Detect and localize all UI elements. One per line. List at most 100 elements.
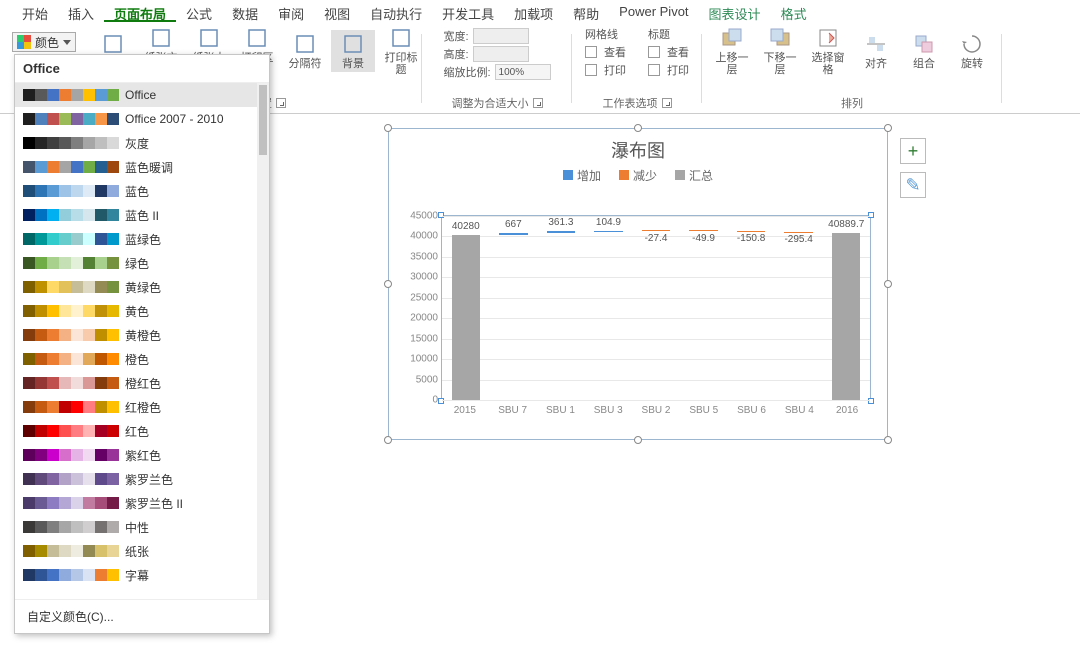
bar[interactable] [499, 233, 528, 236]
bar[interactable] [594, 231, 623, 232]
resize-handle[interactable] [884, 124, 892, 132]
gridlines-print-check[interactable]: 打印 [583, 62, 628, 78]
scroll-thumb[interactable] [259, 85, 267, 155]
tab-9[interactable]: 加载项 [504, 2, 563, 22]
tab-10[interactable]: 帮助 [563, 2, 609, 22]
x-axis[interactable]: 2015SBU 7SBU 1SBU 3SBU 2SBU 5SBU 6SBU 42… [441, 405, 871, 421]
tab-1[interactable]: 插入 [58, 2, 104, 22]
theme-item[interactable]: 黄绿色 [15, 275, 269, 299]
resize-handle[interactable] [884, 436, 892, 444]
tab-6[interactable]: 视图 [314, 2, 360, 22]
tab-7[interactable]: 自动执行 [360, 2, 432, 22]
tab-8[interactable]: 开发工具 [432, 2, 504, 22]
x-tick: 2016 [836, 405, 858, 416]
tab-0[interactable]: 开始 [12, 2, 58, 22]
ribbon-btn-背景[interactable]: 背景 [331, 30, 375, 72]
tab-11[interactable]: Power Pivot [609, 2, 698, 22]
theme-item[interactable]: 蓝色暖调 [15, 155, 269, 179]
bar[interactable] [642, 230, 671, 231]
ribbon-btn-打印标题[interactable]: 打印标题 [379, 24, 423, 78]
theme-item[interactable]: 蓝色 II [15, 203, 269, 227]
dialog-launcher-icon[interactable] [662, 98, 672, 108]
theme-item[interactable]: 红色 [15, 419, 269, 443]
resize-handle[interactable] [634, 124, 642, 132]
theme-item[interactable]: 紫罗兰色 [15, 467, 269, 491]
tab-4[interactable]: 数据 [222, 2, 268, 22]
gridlines-view-check[interactable]: 查看 [583, 44, 628, 60]
theme-item[interactable]: 蓝色 [15, 179, 269, 203]
theme-name: 字幕 [125, 567, 149, 584]
tab-12[interactable]: 图表设计 [699, 2, 771, 22]
theme-name: 紫红色 [125, 447, 161, 464]
scrollbar[interactable] [257, 83, 269, 599]
theme-item[interactable]: 中性 [15, 515, 269, 539]
legend-label-decrease: 减少 [633, 169, 657, 183]
bar[interactable] [452, 235, 481, 400]
theme-item[interactable]: 紫红色 [15, 443, 269, 467]
dialog-launcher-icon[interactable] [276, 98, 286, 108]
scale-width-input[interactable] [473, 28, 529, 44]
custom-colors-menu[interactable]: 自定义颜色(C)... [15, 600, 269, 633]
y-tick: 45000 [410, 211, 442, 222]
ribbon-btn-组合[interactable]: 组合 [902, 30, 946, 72]
x-tick: SBU 3 [594, 405, 623, 416]
resize-handle[interactable] [884, 280, 892, 288]
ribbon-btn-下移一层[interactable]: 下移一层 [758, 24, 802, 78]
bar[interactable] [832, 233, 861, 400]
tab-3[interactable]: 公式 [176, 2, 222, 22]
chart-style-brush-button[interactable]: ✎ [900, 172, 926, 198]
plot-area[interactable]: 0500010000150002000025000300003500040000… [441, 215, 871, 401]
y-tick: 5000 [416, 374, 442, 385]
chart-title[interactable]: 瀑布图 [389, 129, 887, 167]
data-label: -295.4 [784, 234, 812, 245]
theme-item[interactable]: 灰度 [15, 131, 269, 155]
theme-item[interactable]: 橙红色 [15, 371, 269, 395]
legend-label-increase: 增加 [577, 169, 601, 183]
dialog-launcher-icon[interactable] [533, 98, 543, 108]
scale-zoom-input[interactable]: 100% [495, 64, 551, 80]
headings-print-check[interactable]: 打印 [646, 62, 691, 78]
theme-item[interactable]: 纸张 [15, 539, 269, 563]
theme-list[interactable]: OfficeOffice 2007 - 2010灰度蓝色暖调蓝色蓝色 II蓝绿色… [15, 82, 269, 600]
theme-item[interactable]: Office [15, 83, 269, 107]
ribbon-btn-对齐[interactable]: 对齐 [854, 30, 898, 72]
chart-object[interactable]: 瀑布图 增加 减少 汇总 050001000015000200002500030… [388, 128, 888, 440]
tab-2[interactable]: 页面布局 [104, 2, 176, 22]
ribbon-btn-选择窗格[interactable]: 选择窗格 [806, 24, 850, 78]
plot-handle[interactable] [868, 398, 874, 404]
theme-name: 绿色 [125, 255, 149, 272]
ribbon-btn-旋转[interactable]: 旋转 [950, 30, 994, 72]
bar[interactable] [547, 231, 576, 232]
headings-view-check[interactable]: 查看 [646, 44, 691, 60]
chart-legend[interactable]: 增加 减少 汇总 [389, 167, 887, 190]
ribbon-btn-分隔符[interactable]: 分隔符 [283, 30, 327, 72]
legend-swatch-increase [563, 170, 573, 180]
tab-13[interactable]: 格式 [771, 2, 817, 22]
theme-item[interactable]: 字幕 [15, 563, 269, 587]
resize-handle[interactable] [384, 436, 392, 444]
theme-item[interactable]: 红橙色 [15, 395, 269, 419]
theme-item[interactable]: 紫罗兰色 II [15, 491, 269, 515]
group-label-scale: 调整为合适大小 [452, 95, 529, 111]
bar[interactable] [737, 231, 766, 232]
data-label: -27.4 [645, 233, 668, 244]
theme-item[interactable]: 黄色 [15, 299, 269, 323]
theme-name: 中性 [125, 519, 149, 536]
theme-item[interactable]: 橙色 [15, 347, 269, 371]
theme-item[interactable]: 蓝绿色 [15, 227, 269, 251]
scale-height-input[interactable] [473, 46, 529, 62]
ribbon-btn-上移一层[interactable]: 上移一层 [710, 24, 754, 78]
theme-item[interactable]: 黄橙色 [15, 323, 269, 347]
legend-label-total: 汇总 [689, 169, 713, 183]
theme-item[interactable]: Office 2007 - 2010 [15, 107, 269, 131]
resize-handle[interactable] [384, 280, 392, 288]
bar[interactable] [689, 230, 718, 231]
plot-handle[interactable] [868, 212, 874, 218]
theme-colors-button[interactable]: 颜色 [12, 32, 76, 52]
theme-item[interactable]: 绿色 [15, 251, 269, 275]
chart-add-element-button[interactable]: + [900, 138, 926, 164]
tab-5[interactable]: 审阅 [268, 2, 314, 22]
resize-handle[interactable] [384, 124, 392, 132]
theme-name: 橙色 [125, 351, 149, 368]
resize-handle[interactable] [634, 436, 642, 444]
